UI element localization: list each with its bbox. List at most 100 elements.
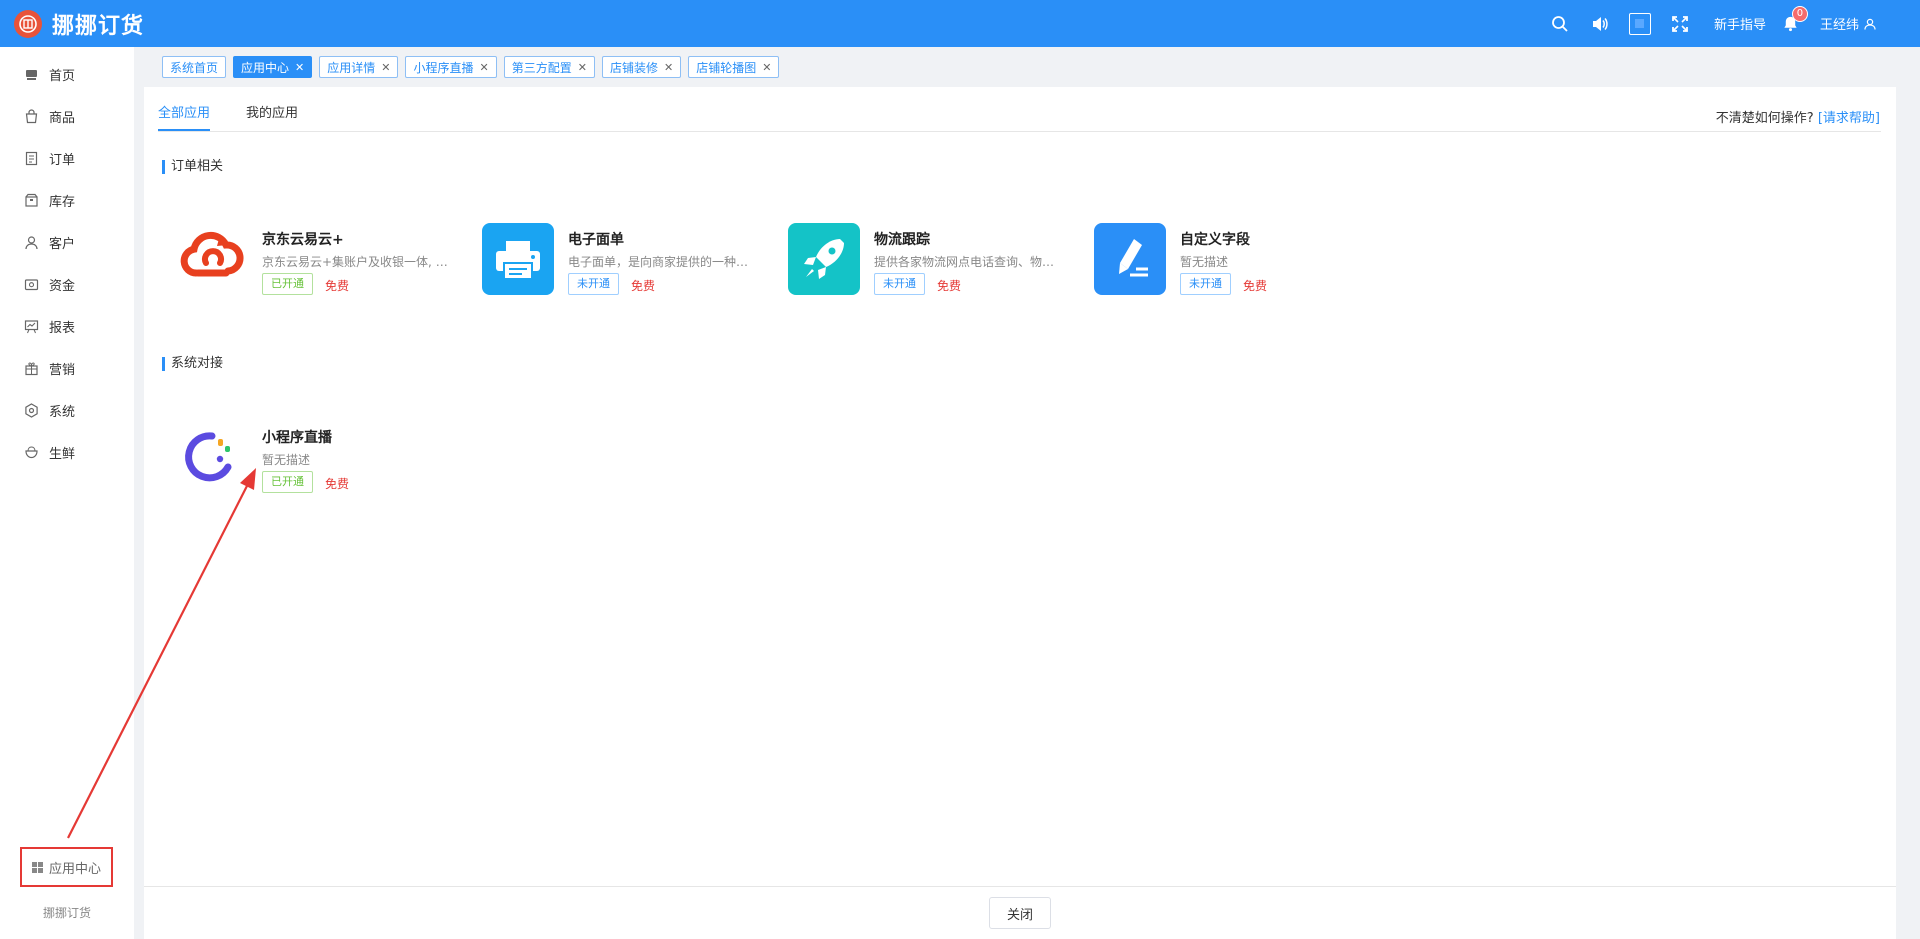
panel-footer: 关闭: [144, 886, 1896, 939]
help-text: 不清楚如何操作?: [1715, 111, 1814, 126]
app-desc: 电子面单，是向商家提供的一种通过热敏纸打印: [568, 255, 758, 269]
app-status[interactable]: 未开通: [874, 273, 925, 295]
close-icon[interactable]: ✕: [295, 61, 304, 74]
app-status[interactable]: 未开通: [568, 273, 619, 295]
app-price: 免费: [631, 279, 656, 293]
tab-shop-carousel[interactable]: 店铺轮播图 ✕: [688, 56, 780, 78]
grid-icon: [31, 861, 43, 873]
tab-label: 系统首页: [170, 60, 219, 75]
sidebar-item-marketing[interactable]: 营销: [0, 347, 134, 389]
notification-badge: 0: [1791, 5, 1808, 22]
app-desc: 京东云易云+集账户及收银一体, 支持多种支付方式: [262, 255, 452, 269]
close-icon[interactable]: ✕: [480, 61, 489, 74]
sidebar-item-label: 报表: [49, 320, 76, 336]
app-status[interactable]: 已开通: [262, 471, 313, 493]
app-card[interactable]: 物流跟踪 提供各家物流网点电话查询、物流轨迹查询 未开通 免费: [788, 223, 1078, 303]
app-card[interactable]: 小程序直播 暂无描述 已开通 免费: [176, 421, 466, 501]
speaker-icon[interactable]: [1589, 13, 1611, 35]
tab-label: 小程序直播: [413, 60, 474, 75]
sidebar-item-label: 商品: [49, 110, 76, 126]
sidebar-item-orders[interactable]: 订单: [0, 137, 134, 179]
brand-name: 挪挪订货: [52, 13, 145, 39]
tab-system-home[interactable]: 系统首页: [162, 56, 227, 78]
theme-toggle-button[interactable]: [1628, 12, 1651, 35]
sidebar-item-label: 资金: [49, 278, 76, 294]
app-status[interactable]: 已开通: [262, 273, 313, 295]
tab-shop-decor[interactable]: 店铺装修 ✕: [601, 56, 682, 78]
tab-all-apps[interactable]: 全部应用: [158, 102, 211, 131]
gift-icon: [24, 361, 39, 376]
tab-app-detail[interactable]: 应用详情 ✕: [319, 56, 399, 78]
app-price: 免费: [1243, 279, 1268, 293]
help-link[interactable]: [请求帮助]: [1818, 111, 1880, 126]
user-menu[interactable]: 王经纬: [1820, 14, 1876, 33]
user-icon: [1864, 18, 1876, 30]
sidebar-item-label: 首页: [49, 68, 76, 84]
app-name: 物流跟踪: [874, 232, 930, 248]
app-desc: 暂无描述: [262, 453, 311, 467]
app-name: 京东云易云+: [262, 232, 344, 248]
app-name: 电子面单: [568, 232, 624, 248]
sidebar-item-inventory[interactable]: 库存: [0, 179, 134, 221]
tab-third-party[interactable]: 第三方配置 ✕: [503, 56, 595, 78]
app-price: 免费: [325, 279, 350, 293]
brand[interactable]: 挪挪订货: [14, 8, 144, 40]
sidebar-item-goods[interactable]: 商品: [0, 95, 134, 137]
sidebar-item-home[interactable]: 首页: [0, 53, 134, 95]
app-center-label: 应用中心: [48, 861, 101, 877]
tab-label: 应用详情: [327, 60, 376, 75]
user-name: 王经纬: [1819, 18, 1859, 33]
sidebar-item-fresh[interactable]: 生鲜: [0, 431, 134, 473]
chart-icon: [24, 319, 39, 334]
app-card[interactable]: 电子面单 电子面单，是向商家提供的一种通过热敏纸打印 未开通 免费: [482, 223, 772, 303]
top-bar: 挪挪订货 新手指导 0 王经纬: [0, 0, 1920, 47]
sidebar-item-reports[interactable]: 报表: [0, 305, 134, 347]
close-icon[interactable]: ✕: [664, 61, 673, 74]
tab-my-apps[interactable]: 我的应用: [246, 102, 298, 131]
app-name: 小程序直播: [262, 430, 332, 446]
app-card[interactable]: 京东云易云+ 京东云易云+集账户及收银一体, 支持多种支付方式 已开通 免费: [176, 223, 466, 303]
notification-button[interactable]: 0: [1780, 5, 1808, 35]
tab-label: 应用中心: [241, 60, 290, 75]
rocket-icon: [788, 223, 860, 295]
printer-icon: [482, 223, 554, 295]
app-price: 免费: [325, 477, 350, 491]
close-icon[interactable]: ✕: [381, 61, 390, 74]
sidebar-item-label: 营销: [49, 362, 76, 378]
live-app-icon: [176, 421, 248, 493]
app-tabs: 全部应用 我的应用: [158, 87, 1881, 132]
sidebar-item-label: 生鲜: [49, 446, 76, 462]
cloud-app-icon: [176, 223, 248, 295]
sidebar-item-system[interactable]: 系统: [0, 389, 134, 431]
sidebar-item-funds[interactable]: 资金: [0, 263, 134, 305]
main-panel: 全部应用 我的应用 不清楚如何操作? [请求帮助] 订单相关 京东云易云+ 京东…: [144, 87, 1896, 939]
app-card[interactable]: 自定义字段 暂无描述 未开通 免费: [1094, 223, 1384, 303]
sidebar-footer: 挪挪订货: [42, 906, 91, 920]
sidebar: 首页 商品 订单 库存 客户 资金 报表 营销 系统 生鲜 应用中心 挪挪订货: [0, 47, 134, 939]
tab-label: 第三方配置: [511, 60, 572, 75]
app-center-button[interactable]: 应用中心: [20, 847, 113, 887]
brand-logo-icon: [14, 9, 42, 38]
home-icon: [24, 67, 39, 82]
tab-app-center[interactable]: 应用中心 ✕: [233, 56, 313, 78]
guide-link[interactable]: 新手指导: [1714, 14, 1766, 33]
app-price: 免费: [937, 279, 962, 293]
sidebar-item-customers[interactable]: 客户: [0, 221, 134, 263]
section-title-system: 系统对接: [162, 357, 223, 371]
close-icon[interactable]: ✕: [578, 61, 587, 74]
close-icon[interactable]: ✕: [762, 61, 771, 74]
tab-mini-live[interactable]: 小程序直播 ✕: [405, 56, 497, 78]
search-icon[interactable]: [1549, 13, 1571, 35]
tab-label: 店铺轮播图: [696, 60, 757, 75]
bag-icon: [24, 108, 39, 124]
close-button[interactable]: 关闭: [989, 897, 1051, 929]
user-icon: [24, 235, 39, 250]
section-title-orders: 订单相关: [162, 160, 223, 174]
app-desc: 提供各家物流网点电话查询、物流轨迹查询: [874, 255, 1064, 269]
order-icon: [24, 151, 39, 166]
app-status[interactable]: 未开通: [1180, 273, 1231, 295]
gear-icon: [24, 402, 39, 418]
wallet-icon: [24, 277, 39, 292]
sidebar-item-label: 库存: [49, 194, 76, 210]
fullscreen-icon[interactable]: [1669, 13, 1691, 35]
